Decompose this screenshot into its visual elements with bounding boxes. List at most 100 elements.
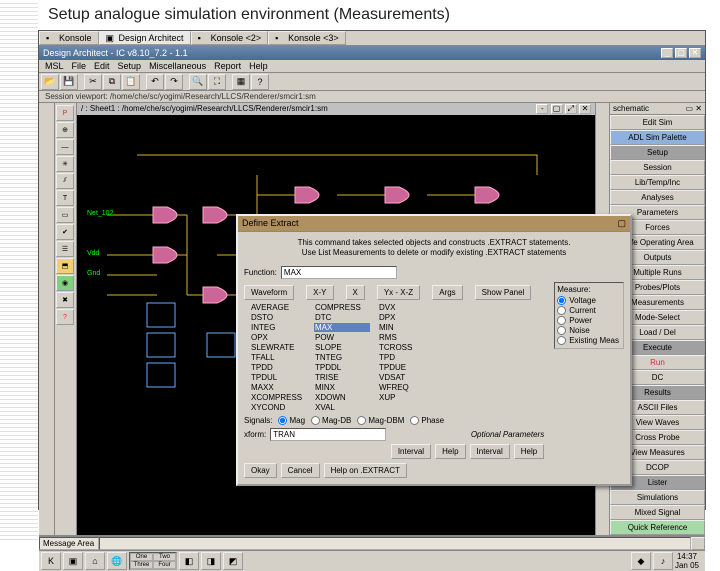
panel-adl-sim[interactable]: ADL Sim Palette bbox=[610, 130, 705, 145]
maximize-button[interactable]: ▢ bbox=[675, 48, 687, 58]
func-option[interactable]: DSTO bbox=[250, 313, 306, 322]
func-option[interactable]: TPDD bbox=[250, 363, 306, 372]
k-web-icon[interactable]: 🌐 bbox=[107, 552, 127, 570]
help-extract-button[interactable]: Help on .EXTRACT bbox=[324, 463, 407, 478]
func-option[interactable]: INTEG bbox=[250, 323, 306, 332]
func-option[interactable]: DPX bbox=[378, 313, 434, 322]
func-option[interactable]: MAX bbox=[314, 323, 370, 332]
k-app3-icon[interactable]: ◩ bbox=[223, 552, 243, 570]
func-option[interactable]: TPD bbox=[378, 353, 434, 362]
sig-phase[interactable]: Phase bbox=[410, 416, 444, 425]
func-option[interactable]: RMS bbox=[378, 333, 434, 342]
sig-mag[interactable]: Mag bbox=[278, 416, 305, 425]
tool-undo-icon[interactable]: ↶ bbox=[146, 74, 164, 90]
xform-input[interactable] bbox=[270, 428, 386, 441]
func-option[interactable]: XUP bbox=[378, 393, 434, 402]
func-option[interactable]: XVAL bbox=[314, 403, 370, 412]
tool-delete-icon[interactable]: ✖ bbox=[56, 292, 74, 308]
measure-power[interactable]: Power bbox=[557, 316, 619, 325]
pager[interactable]: One Two Three Four bbox=[129, 552, 177, 570]
func-option[interactable]: XCOMPRESS bbox=[250, 393, 306, 402]
menu-setup[interactable]: Setup bbox=[118, 61, 142, 71]
menu-misc[interactable]: Miscellaneous bbox=[149, 61, 206, 71]
measure-existing[interactable]: Existing Meas bbox=[557, 336, 619, 345]
tool-redo-icon[interactable]: ↷ bbox=[165, 74, 183, 90]
func-option[interactable]: SLEWRATE bbox=[250, 343, 306, 352]
func-option[interactable]: AVERAGE bbox=[250, 303, 306, 312]
task-tab[interactable]: ▪Konsole bbox=[39, 31, 99, 45]
func-option[interactable]: TPDUE bbox=[378, 363, 434, 372]
minimize-button[interactable]: _ bbox=[661, 48, 673, 58]
pager-1[interactable]: One bbox=[130, 553, 153, 561]
func-option[interactable]: OPX bbox=[250, 333, 306, 342]
opt-btn-3[interactable]: Interval bbox=[470, 444, 510, 459]
panel-quickref[interactable]: Quick Reference bbox=[610, 520, 705, 535]
tab-showpanel[interactable]: Show Panel bbox=[475, 285, 532, 300]
opt-btn-2[interactable]: Help bbox=[435, 444, 465, 459]
tool-layers-icon[interactable]: ☰ bbox=[56, 241, 74, 257]
measure-voltage[interactable]: Voltage bbox=[557, 296, 619, 305]
menu-file[interactable]: File bbox=[72, 61, 87, 71]
menu-msl[interactable]: MSL bbox=[45, 61, 64, 71]
tab-x[interactable]: X bbox=[346, 285, 365, 300]
tool-save-icon[interactable]: 💾 bbox=[60, 74, 78, 90]
func-option[interactable]: XYCOND bbox=[250, 403, 306, 412]
func-option[interactable]: TPDDL bbox=[314, 363, 370, 372]
tab-waveform[interactable]: Waveform bbox=[244, 285, 294, 300]
func-option[interactable]: MIN bbox=[378, 323, 434, 332]
function-list[interactable]: AVERAGECOMPRESSDVXDSTODTCDPXINTEGMAXMINO… bbox=[250, 303, 544, 412]
menu-edit[interactable]: Edit bbox=[94, 61, 110, 71]
panel-session[interactable]: Session bbox=[610, 160, 705, 175]
func-option[interactable]: POW bbox=[314, 333, 370, 342]
canvas-max-icon[interactable]: ▢ bbox=[551, 104, 563, 114]
k-tray1-icon[interactable]: ◆ bbox=[631, 552, 651, 570]
panel-ctrl-icon[interactable]: ▭ ✕ bbox=[686, 104, 702, 113]
panel-mixedsig[interactable]: Mixed Signal bbox=[610, 505, 705, 520]
func-option[interactable]: VDSAT bbox=[378, 373, 434, 382]
tool-net-icon[interactable]: ✳ bbox=[56, 156, 74, 172]
measure-noise[interactable]: Noise bbox=[557, 326, 619, 335]
tool-bus-icon[interactable]: ⫽ bbox=[56, 173, 74, 189]
tool-wire-icon[interactable]: — bbox=[56, 139, 74, 155]
panel-simulations[interactable]: Simulations bbox=[610, 490, 705, 505]
pager-2[interactable]: Two bbox=[153, 553, 176, 561]
tool-probe-icon[interactable]: ◉ bbox=[56, 275, 74, 291]
task-tab[interactable]: ▪Konsole <3> bbox=[268, 31, 346, 45]
func-option[interactable]: COMPRESS bbox=[314, 303, 370, 312]
close-button[interactable]: ✕ bbox=[689, 48, 701, 58]
func-option[interactable]: TNTEG bbox=[314, 353, 370, 362]
tab-yxz[interactable]: Yx - X-Z bbox=[377, 285, 420, 300]
k-home-icon[interactable]: ⌂ bbox=[85, 552, 105, 570]
opt-btn-1[interactable]: Interval bbox=[391, 444, 431, 459]
tool-hier-icon[interactable]: ⬒ bbox=[56, 258, 74, 274]
opt-btn-4[interactable]: Help bbox=[514, 444, 544, 459]
func-option[interactable]: TPDUL bbox=[250, 373, 306, 382]
k-term-icon[interactable]: ▣ bbox=[63, 552, 83, 570]
func-option[interactable]: MINX bbox=[314, 383, 370, 392]
tool-grid-icon[interactable]: ▦ bbox=[232, 74, 250, 90]
k-app1-icon[interactable]: ◧ bbox=[179, 552, 199, 570]
tool-zoom-icon[interactable]: 🔍 bbox=[189, 74, 207, 90]
okay-button[interactable]: Okay bbox=[244, 463, 277, 478]
canvas-close-icon[interactable]: ✕ bbox=[579, 104, 591, 114]
menu-report[interactable]: Report bbox=[214, 61, 241, 71]
tool-check-icon[interactable]: ✔ bbox=[56, 224, 74, 240]
k-tray2-icon[interactable]: ♪ bbox=[653, 552, 673, 570]
func-option[interactable]: MAXX bbox=[250, 383, 306, 392]
tool-paste-icon[interactable]: 📋 bbox=[122, 74, 140, 90]
dialog-close-icon[interactable]: ▢ bbox=[617, 218, 626, 229]
panel-analyses[interactable]: Analyses bbox=[610, 190, 705, 205]
func-option[interactable]: DVX bbox=[378, 303, 434, 312]
canvas-min-icon[interactable]: - bbox=[536, 104, 548, 114]
panel-edit-sim[interactable]: Edit Sim bbox=[610, 115, 705, 130]
tool-text-icon[interactable]: T bbox=[56, 190, 74, 206]
func-option[interactable]: SLOPE bbox=[314, 343, 370, 352]
cancel-button[interactable]: Cancel bbox=[281, 463, 320, 478]
panel-lib[interactable]: Lib/Temp/Inc bbox=[610, 175, 705, 190]
tool-question-icon[interactable]: ? bbox=[251, 74, 269, 90]
k-app2-icon[interactable]: ◨ bbox=[201, 552, 221, 570]
tool-copy-icon[interactable]: ⧉ bbox=[103, 74, 121, 90]
func-option[interactable]: WFREQ bbox=[378, 383, 434, 392]
tab-xy[interactable]: X-Y bbox=[306, 285, 333, 300]
pager-4[interactable]: Four bbox=[153, 561, 176, 569]
